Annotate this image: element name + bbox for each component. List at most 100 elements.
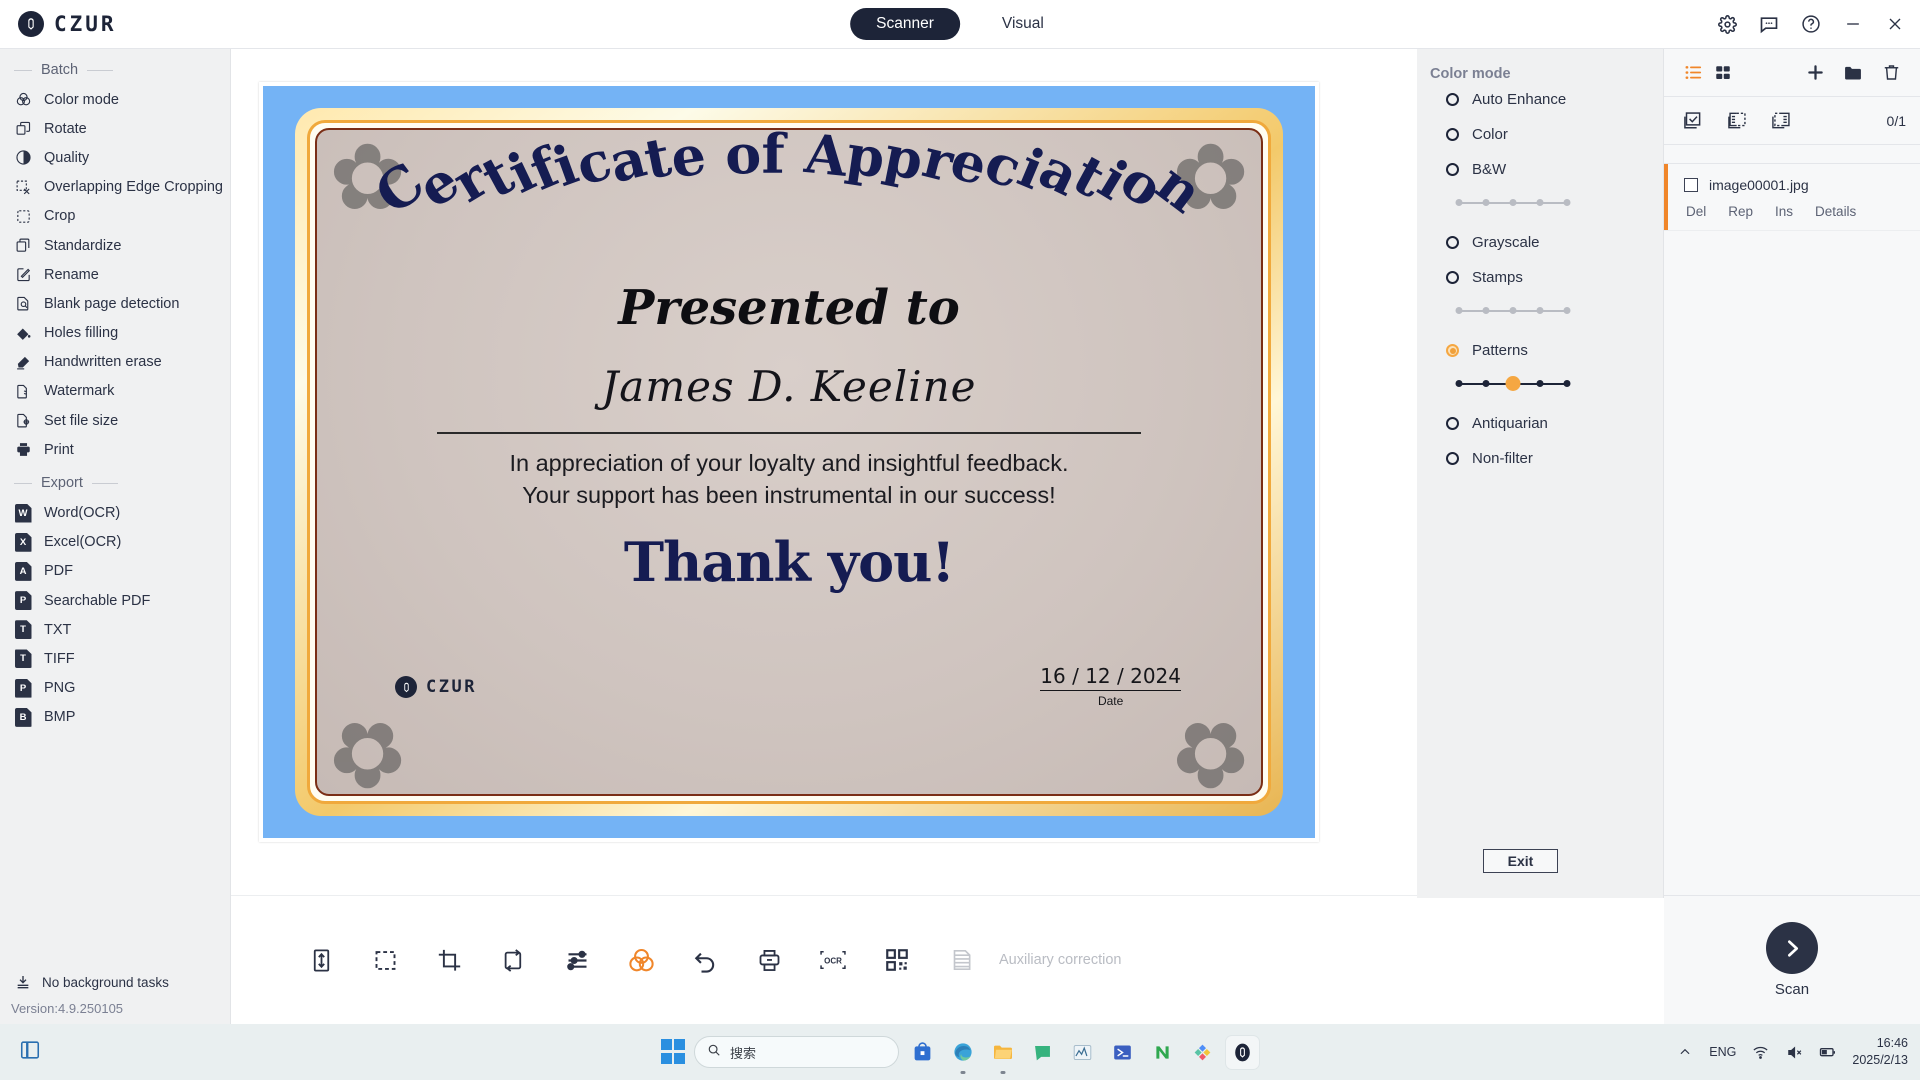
file-action-ins[interactable]: Ins xyxy=(1775,204,1793,219)
battery-icon[interactable] xyxy=(1818,1042,1838,1062)
color-mode-icon[interactable] xyxy=(609,928,673,992)
sidebar-item-word-ocr[interactable]: W Word(OCR) xyxy=(0,498,230,527)
undo-icon[interactable] xyxy=(673,928,737,992)
color-mode-option-grayscale[interactable]: Grayscale xyxy=(1417,225,1663,260)
color-mode-option-patterns[interactable]: Patterns xyxy=(1417,333,1663,368)
file-panel-selection-bar: 0/1 xyxy=(1664,97,1920,145)
store-icon[interactable] xyxy=(906,1036,939,1069)
ocr-icon[interactable]: OCR xyxy=(801,928,865,992)
select-odd-icon[interactable] xyxy=(1722,106,1752,136)
add-icon[interactable] xyxy=(1800,58,1830,88)
help-icon[interactable] xyxy=(1800,13,1822,35)
select-all-icon[interactable] xyxy=(1678,106,1708,136)
sidebar-item-watermark[interactable]: Watermark xyxy=(0,377,230,406)
sidebar-item-pdf[interactable]: A PDF xyxy=(0,557,230,586)
color-mode-option-auto-enhance[interactable]: Auto Enhance xyxy=(1417,82,1663,117)
sidebar-item-handwritten-erase[interactable]: Handwritten erase xyxy=(0,348,230,377)
sidebar-item-png[interactable]: P PNG xyxy=(0,674,230,703)
file-checkbox[interactable] xyxy=(1684,178,1698,192)
sidebar-item-rotate[interactable]: Rotate xyxy=(0,114,230,143)
sidebar-item-rename[interactable]: Rename xyxy=(0,260,230,289)
sidebar-item-quality[interactable]: Quality xyxy=(0,143,230,172)
graph-icon[interactable] xyxy=(1066,1036,1099,1069)
sidebar-item-label: Rename xyxy=(44,266,99,283)
sidebar-item-blank-page-detection[interactable]: Blank page detection xyxy=(0,289,230,318)
sidebar-item-standardize[interactable]: Standardize xyxy=(0,231,230,260)
print-icon[interactable] xyxy=(737,928,801,992)
sidebar-item-txt[interactable]: T TXT xyxy=(0,615,230,644)
download-tray-icon xyxy=(14,973,32,991)
stamps-level-slider[interactable] xyxy=(1455,299,1571,325)
list-view-icon[interactable] xyxy=(1678,58,1708,88)
bw-level-slider[interactable] xyxy=(1455,191,1571,217)
taskbar-search[interactable]: 搜索 xyxy=(694,1036,899,1068)
scan-button[interactable] xyxy=(1766,922,1818,974)
sidebar-item-holes-filling[interactable]: Holes filling xyxy=(0,319,230,348)
select-even-icon[interactable] xyxy=(1766,106,1796,136)
edge-icon[interactable] xyxy=(946,1036,979,1074)
widgets-icon[interactable] xyxy=(19,1039,41,1066)
option-label: Auto Enhance xyxy=(1472,91,1567,108)
folder-icon[interactable] xyxy=(1838,58,1868,88)
settings-icon[interactable] xyxy=(1716,13,1738,35)
close-icon[interactable] xyxy=(1884,13,1906,35)
color-mode-option-non-filter[interactable]: Non-filter xyxy=(1417,441,1663,476)
certificate-body: ✿ ✿ ✿ ✿ Certificate of Appreciation Pres… xyxy=(315,128,1263,796)
wifi-icon[interactable] xyxy=(1750,1042,1770,1062)
file-action-del[interactable]: Del xyxy=(1686,204,1706,219)
certificate-gold-frame: ✿ ✿ ✿ ✿ Certificate of Appreciation Pres… xyxy=(295,108,1283,816)
background-tasks-status[interactable]: No background tasks xyxy=(0,968,231,996)
file-list-item[interactable]: image00001.jpg Del Rep Ins Details xyxy=(1664,164,1920,231)
image-canvas[interactable]: ✿ ✿ ✿ ✿ Certificate of Appreciation Pres… xyxy=(231,49,1417,895)
explorer-icon[interactable] xyxy=(986,1036,1019,1074)
exit-button[interactable]: Exit xyxy=(1483,849,1558,873)
sidebar-item-searchable-pdf[interactable]: P Searchable PDF xyxy=(0,586,230,615)
n-app-icon[interactable] xyxy=(1146,1036,1179,1069)
scanned-page[interactable]: ✿ ✿ ✿ ✿ Certificate of Appreciation Pres… xyxy=(259,82,1319,842)
sidebar-item-print[interactable]: Print xyxy=(0,435,230,464)
overlap-crop-icon xyxy=(14,178,32,196)
clock[interactable]: 16:46 2025/2/13 xyxy=(1852,1035,1908,1069)
windows-taskbar: 搜索 ENG 16:46 2025/2/13 xyxy=(0,1024,1920,1080)
tab-visual[interactable]: Visual xyxy=(976,8,1070,40)
sidebar-item-color-mode[interactable]: Color mode xyxy=(0,85,230,114)
volume-muted-icon[interactable] xyxy=(1784,1042,1804,1062)
color-mode-option-bw[interactable]: B&W xyxy=(1417,152,1663,187)
chevron-up-icon[interactable] xyxy=(1675,1042,1695,1062)
option-label: Color xyxy=(1472,126,1508,143)
color-mode-option-antiquarian[interactable]: Antiquarian xyxy=(1417,406,1663,441)
czur-app-icon[interactable] xyxy=(1226,1035,1259,1069)
sidebar-item-set-file-size[interactable]: Set file size xyxy=(0,406,230,435)
feedback-icon[interactable] xyxy=(1758,13,1780,35)
start-button-icon[interactable] xyxy=(661,1039,687,1065)
sidebar-item-overlapping-edge-cropping[interactable]: Overlapping Edge Cropping xyxy=(0,173,230,202)
sidebar-item-tiff[interactable]: T TIFF xyxy=(0,644,230,673)
powershell-icon[interactable] xyxy=(1106,1036,1139,1069)
file-action-details[interactable]: Details xyxy=(1815,204,1856,219)
excel-file-icon: X xyxy=(14,532,32,552)
grid-view-icon[interactable] xyxy=(1708,58,1738,88)
qr-code-icon[interactable] xyxy=(865,928,929,992)
patterns-level-slider[interactable] xyxy=(1455,372,1571,398)
sidebar-item-excel-ocr[interactable]: X Excel(OCR) xyxy=(0,528,230,557)
color-mode-option-color[interactable]: Color xyxy=(1417,117,1663,152)
sidebar-item-crop[interactable]: Crop xyxy=(0,202,230,231)
crop-frame-icon[interactable] xyxy=(417,928,481,992)
delete-icon[interactable] xyxy=(1876,58,1906,88)
minimize-icon[interactable] xyxy=(1842,13,1864,35)
tab-scanner[interactable]: Scanner xyxy=(850,8,960,40)
color-mode-option-stamps[interactable]: Stamps xyxy=(1417,260,1663,295)
file-action-rep[interactable]: Rep xyxy=(1728,204,1753,219)
sidebar-item-bmp[interactable]: B BMP xyxy=(0,703,230,732)
slider-knob[interactable] xyxy=(1505,376,1521,391)
colors-app-icon[interactable] xyxy=(1186,1036,1219,1069)
chat-icon[interactable] xyxy=(1026,1036,1059,1069)
rotate-page-icon[interactable] xyxy=(481,928,545,992)
fit-height-icon[interactable] xyxy=(289,928,353,992)
language-indicator[interactable]: ENG xyxy=(1709,1045,1736,1059)
adjust-sliders-icon[interactable] xyxy=(545,928,609,992)
marquee-select-icon[interactable] xyxy=(353,928,417,992)
certificate-thanks: Thank you! xyxy=(623,530,955,594)
option-label: Patterns xyxy=(1472,342,1528,359)
tiff-file-icon: T xyxy=(14,649,32,669)
